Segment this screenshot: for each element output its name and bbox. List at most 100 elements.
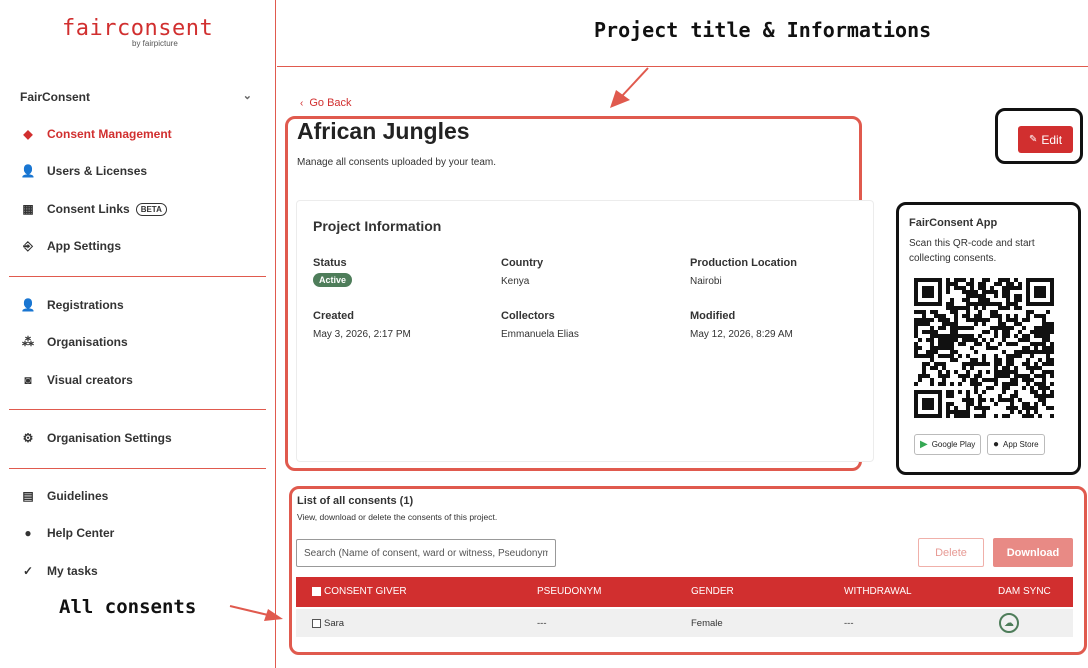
beta-badge: BETA bbox=[135, 202, 167, 216]
sidebar-item-label: Guidelines bbox=[47, 489, 109, 503]
chevron-left-icon: ‹ bbox=[300, 98, 304, 109]
row-checkbox[interactable] bbox=[312, 618, 321, 628]
camera-icon: ◙ bbox=[24, 373, 32, 387]
cloud-sync-icon[interactable]: ☁ bbox=[999, 613, 1019, 633]
consents-list-subtitle: View, download or delete the consents of… bbox=[297, 512, 498, 522]
sidebar-item-my-tasks[interactable]: ✓ My tasks bbox=[20, 561, 98, 581]
organisations-icon: ⁂ bbox=[22, 335, 34, 349]
sidebar-item-app-settings[interactable]: ⎆ App Settings bbox=[20, 236, 121, 256]
sidebar-divider bbox=[9, 468, 266, 469]
sidebar-item-consent-management[interactable]: ◆ Consent Management bbox=[20, 124, 172, 144]
cell-gender: Female bbox=[691, 618, 723, 629]
sidebar-item-label: Visual creators bbox=[47, 373, 133, 387]
add-user-icon: 👤 bbox=[20, 298, 36, 312]
collectors-label: Collectors bbox=[501, 310, 555, 322]
annotation-all-consents: All consents bbox=[59, 596, 197, 618]
table-row[interactable]: Sara --- Female --- ☁ bbox=[296, 609, 1073, 637]
google-play-label: Google Play bbox=[931, 440, 976, 449]
modified-value: May 12, 2026, 8:29 AM bbox=[690, 329, 793, 340]
download-button[interactable]: Download bbox=[993, 538, 1073, 567]
project-info-heading: Project Information bbox=[313, 218, 442, 234]
sidebar-item-guidelines[interactable]: ▤ Guidelines bbox=[20, 486, 108, 506]
sidebar-item-organisation-settings[interactable]: ⚙ Organisation Settings bbox=[20, 428, 172, 448]
apple-icon: ● bbox=[993, 439, 1000, 450]
column-pseudonym[interactable]: PSEUDONYM bbox=[537, 586, 601, 597]
delete-button[interactable]: Delete bbox=[918, 538, 984, 567]
select-all-checkbox[interactable] bbox=[312, 586, 321, 596]
sidebar-divider bbox=[9, 409, 266, 410]
sidebar-item-registrations[interactable]: 👤 Registrations bbox=[20, 295, 124, 315]
help-icon: ● bbox=[24, 526, 32, 540]
annotation-arrow-icon bbox=[610, 67, 649, 108]
project-info-card: Project Information Status Active Countr… bbox=[296, 200, 874, 462]
sidebar-item-label: App Settings bbox=[47, 239, 121, 253]
app-store-label: App Store bbox=[1003, 440, 1039, 449]
country-label: Country bbox=[501, 257, 544, 269]
cell-withdrawal: --- bbox=[844, 618, 854, 629]
collectors-value: Emmanuela Elias bbox=[501, 329, 579, 340]
go-back-label: Go Back bbox=[309, 97, 352, 109]
sidebar-item-label: Registrations bbox=[47, 298, 124, 312]
google-play-icon: ▶ bbox=[920, 439, 928, 450]
app-settings-icon: ⎆ bbox=[23, 238, 33, 253]
consent-icon: ◆ bbox=[23, 127, 33, 141]
sidebar-item-label: Help Center bbox=[47, 526, 115, 540]
section-label: FairConsent bbox=[20, 90, 91, 104]
status-badge: Active bbox=[313, 273, 353, 287]
page-subtitle: Manage all consents uploaded by your tea… bbox=[297, 157, 497, 168]
qr-code bbox=[914, 278, 1054, 418]
pencil-icon: ✎ bbox=[1028, 134, 1038, 145]
search-input[interactable] bbox=[296, 539, 556, 567]
annotation-arrow-icon bbox=[229, 605, 283, 621]
sidebar-item-label: Organisation Settings bbox=[47, 431, 172, 445]
table-header: CONSENT GIVER PSEUDONYM GENDER WITHDRAWA… bbox=[296, 577, 1073, 607]
column-dam-sync[interactable]: DAM SYNC bbox=[998, 586, 1051, 597]
sidebar-item-users-licenses[interactable]: 👤 Users & Licenses bbox=[20, 161, 148, 181]
sidebar-item-label: My tasks bbox=[47, 564, 98, 578]
qr-links-icon: ▦ bbox=[22, 202, 34, 216]
chevron-down-icon[interactable]: ⌄ bbox=[243, 89, 252, 102]
country-value: Kenya bbox=[501, 276, 530, 287]
header-divider bbox=[277, 66, 1088, 67]
cell-pseudonym: --- bbox=[537, 618, 547, 629]
consents-list-title: List of all consents (1) bbox=[297, 495, 414, 507]
users-icon: 👤 bbox=[20, 164, 36, 178]
sidebar-item-help-center[interactable]: ● Help Center bbox=[20, 523, 114, 543]
edit-label: Edit bbox=[1041, 132, 1063, 147]
google-play-button[interactable]: ▶ Google Play bbox=[914, 434, 982, 455]
sidebar-item-organisations[interactable]: ⁂ Organisations bbox=[20, 332, 128, 352]
status-label: Status bbox=[313, 257, 347, 269]
app-card-title: FairConsent App bbox=[909, 217, 998, 229]
gear-icon: ⚙ bbox=[22, 431, 34, 445]
column-withdrawal[interactable]: WITHDRAWAL bbox=[844, 586, 912, 597]
sidebar: fairconsent by fairpicture FairConsent ⌄… bbox=[0, 0, 276, 668]
book-icon: ▤ bbox=[22, 489, 34, 503]
sidebar-item-label: Organisations bbox=[47, 335, 128, 349]
consent-giver-name: Sara bbox=[324, 618, 345, 629]
sidebar-item-visual-creators[interactable]: ◙ Visual creators bbox=[20, 370, 133, 390]
cell-consent-giver: Sara bbox=[312, 618, 344, 629]
check-circle-icon: ✓ bbox=[22, 564, 34, 578]
sidebar-item-consent-links[interactable]: ▦ Consent Links BETA bbox=[20, 199, 167, 219]
edit-button[interactable]: ✎ Edit bbox=[1018, 126, 1073, 153]
logo-text: fairconsent bbox=[62, 16, 214, 41]
modified-label: Modified bbox=[690, 310, 736, 322]
location-value: Nairobi bbox=[690, 276, 722, 287]
annotation-project-title: Project title & Informations bbox=[594, 18, 932, 42]
sidebar-item-label: Consent Links bbox=[47, 202, 130, 216]
sidebar-item-label: Consent Management bbox=[47, 127, 172, 141]
logo-subtext: by fairpicture bbox=[132, 39, 178, 48]
location-label: Production Location bbox=[690, 257, 797, 269]
column-label: CONSENT GIVER bbox=[324, 586, 407, 597]
go-back-link[interactable]: ‹ Go Back bbox=[300, 97, 352, 109]
column-gender[interactable]: GENDER bbox=[691, 586, 734, 597]
column-consent-giver[interactable]: CONSENT GIVER bbox=[312, 586, 407, 597]
section-fairconsent[interactable]: FairConsent ⌄ bbox=[20, 90, 260, 104]
app-card-desc: Scan this QR-code and start collecting c… bbox=[909, 238, 1035, 264]
fairconsent-logo[interactable]: fairconsent by fairpicture bbox=[62, 16, 222, 48]
created-value: May 3, 2026, 2:17 PM bbox=[313, 329, 411, 340]
app-store-button[interactable]: ● App Store bbox=[987, 434, 1045, 455]
page-title: African Jungles bbox=[297, 118, 470, 144]
sidebar-divider bbox=[9, 276, 266, 277]
sidebar-item-label: Users & Licenses bbox=[47, 164, 148, 178]
